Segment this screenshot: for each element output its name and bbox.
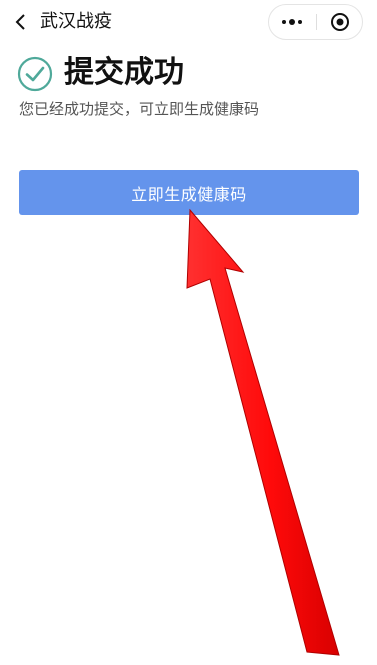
red-arrow-shape	[186, 208, 340, 656]
success-title: 提交成功	[64, 55, 184, 90]
close-miniprogram-button[interactable]	[317, 5, 363, 39]
screen: 武汉战疫 提交成功 您已经成功提交，可立即生成健康码 立即生成健康码	[0, 0, 377, 665]
page-title: 武汉战疫	[40, 11, 112, 32]
generate-health-code-button[interactable]: 立即生成健康码	[19, 170, 359, 215]
target-close-icon	[331, 13, 349, 31]
success-description: 您已经成功提交，可立即生成健康码	[19, 100, 260, 118]
check-circle-icon	[17, 56, 53, 92]
chevron-left-icon	[15, 14, 25, 30]
more-dots-icon	[282, 19, 302, 25]
back-button[interactable]	[8, 8, 34, 36]
menu-capsule	[268, 4, 363, 40]
more-button[interactable]	[269, 5, 315, 39]
navigation-bar: 武汉战疫	[0, 0, 377, 44]
